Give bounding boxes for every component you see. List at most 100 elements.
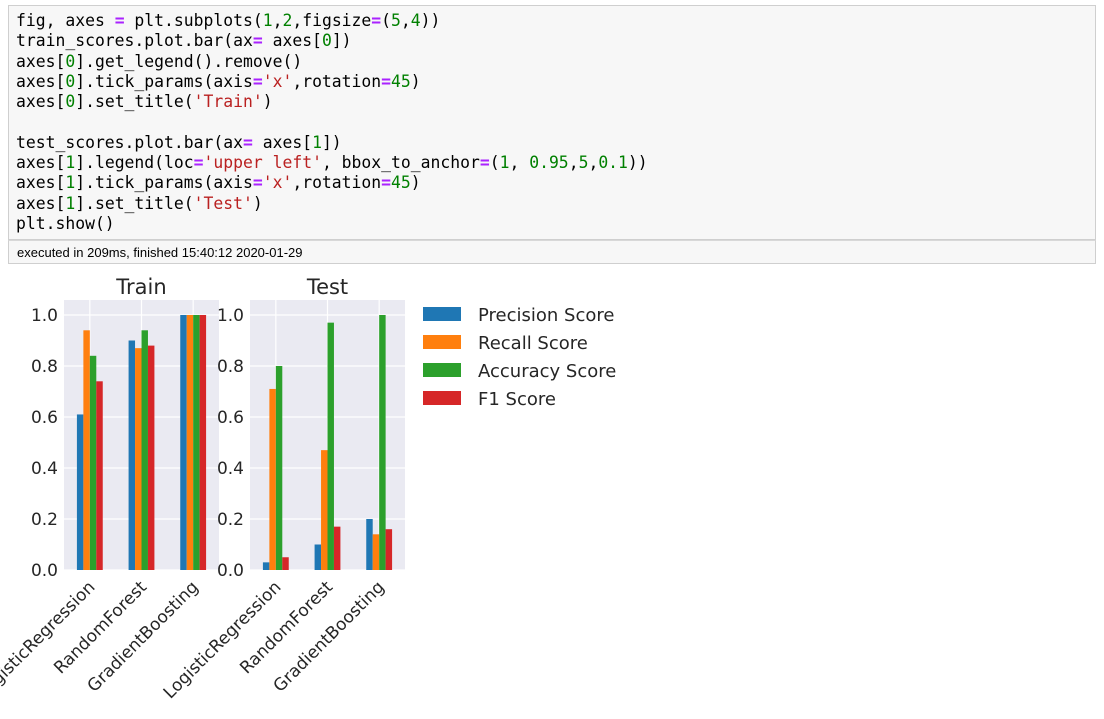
legend-label: Precision Score (478, 305, 614, 326)
legend-label: Accuracy Score (478, 361, 616, 382)
code-token: train_scores.plot.bar(ax (16, 31, 253, 51)
code-token: 1 (262, 11, 273, 30)
code-token: 45 (391, 71, 411, 91)
code-token: ) (410, 71, 421, 91)
legend-swatch (423, 391, 461, 405)
code-token: 1 (65, 173, 76, 193)
chart-panel-train: 0.00.20.40.60.81.0LogisticRegressionRand… (0, 275, 219, 703)
legend-label: Recall Score (478, 333, 588, 354)
code-token: ].tick_params(axis (75, 71, 253, 91)
code-token: ) (410, 173, 421, 193)
code-token: 0 (65, 71, 76, 91)
code-token: 0.1 (598, 153, 628, 173)
code-line: ​ (16, 112, 648, 132)
y-tick-label: 0.4 (31, 459, 58, 479)
bar-accuracy-score (327, 322, 334, 570)
code-token: = (371, 11, 382, 30)
bar-recall-score (83, 330, 90, 570)
code-token: = (479, 153, 490, 173)
code-token: 1 (499, 153, 510, 173)
code-line: axes[0].get_legend().remove() (16, 52, 648, 72)
y-tick-label: 0.2 (217, 510, 244, 530)
legend-label: F1 Score (478, 389, 556, 410)
legend-swatch (423, 363, 461, 377)
code-token: )) (627, 153, 648, 173)
bar-recall-score (135, 348, 142, 570)
bar-precision-score (314, 544, 322, 570)
code-token: , (588, 153, 599, 173)
code-token: 0 (65, 51, 76, 71)
code-token: 'x' (262, 71, 293, 91)
code-line: axes[1].legend(loc='upper left', bbox_to… (16, 153, 648, 173)
code-token: )) (420, 11, 441, 30)
code-token: , (400, 11, 411, 30)
output-figure: 0.00.20.40.60.81.0LogisticRegressionRand… (0, 275, 616, 703)
code-token: axes[ (16, 71, 66, 91)
code-token: test_scores.plot.bar(ax (16, 132, 243, 152)
code-line: axes[1].tick_params(axis='x',rotation=45… (16, 173, 648, 193)
code-token: fig, axes (16, 11, 115, 30)
code-token: , (509, 153, 530, 173)
code-token: axes[ (16, 92, 66, 112)
code-line: axes[0].set_title('Train') (16, 92, 648, 112)
code-token: axes[ (16, 193, 66, 213)
code-token: 1 (65, 153, 76, 173)
x-tick-label: RandomForest (236, 577, 337, 678)
code-token: ].legend(loc (75, 153, 194, 173)
code-token: 5 (578, 153, 589, 173)
y-tick-label: 0.6 (31, 408, 58, 428)
y-tick-label: 0.6 (217, 408, 244, 428)
code-token: , (568, 153, 579, 173)
code-token: axes[ (252, 132, 313, 152)
bar-f1-score (96, 381, 103, 570)
code-token: plt.show() (16, 213, 115, 233)
bar-precision-score (128, 340, 136, 570)
code-token: ].tick_params(axis (75, 173, 253, 193)
bar-accuracy-score (379, 315, 386, 570)
code-token: = (252, 173, 263, 193)
code-token: plt.subplots( (124, 11, 263, 30)
code-token: = (381, 173, 392, 193)
y-tick-label: 0.0 (217, 561, 244, 581)
code-token: axes[ (262, 31, 322, 51)
bar-recall-score (321, 450, 328, 570)
code-cell[interactable]: fig, axes = plt.subplots(1,2,figsize=(5,… (8, 5, 1096, 240)
legend-swatch (423, 335, 461, 349)
code-line: axes[1].set_title('Test') (16, 194, 648, 214)
execution-status-bar: executed in 209ms, finished 15:40:12 202… (8, 240, 1096, 264)
code-token: 4 (410, 11, 421, 30)
bar-recall-score (186, 315, 194, 570)
code-token: ( (381, 11, 392, 30)
code-line: fig, axes = plt.subplots(1,2,figsize=(5,… (16, 11, 648, 31)
code-token: 'x' (262, 173, 293, 193)
code-token: 0.95 (529, 153, 569, 173)
bar-accuracy-score (275, 366, 283, 570)
y-tick-label: 1.0 (31, 306, 58, 326)
bar-precision-score (366, 519, 373, 570)
code-token: 5 (391, 11, 401, 30)
code-token: axes[ (16, 51, 66, 71)
y-tick-label: 1.0 (217, 306, 244, 326)
code-token: axes[ (16, 173, 66, 193)
code-editor[interactable]: fig, axes = plt.subplots(1,2,figsize=(5,… (16, 11, 648, 234)
bar-accuracy-score (141, 330, 148, 570)
code-token: 1 (312, 132, 322, 152)
y-tick-label: 0.2 (31, 510, 58, 530)
code-line: axes[0].tick_params(axis='x',rotation=45… (16, 72, 648, 92)
code-token: axes[ (16, 153, 66, 173)
code-token: = (193, 153, 204, 173)
code-token: ]) (321, 132, 342, 152)
y-tick-label: 0.0 (31, 561, 58, 581)
code-token: 2 (282, 11, 293, 30)
code-token: = (252, 31, 263, 51)
code-token: ) (252, 193, 263, 213)
bar-recall-score (269, 388, 276, 570)
code-token: ,rotation (292, 71, 382, 91)
code-token: 'upper left' (203, 153, 322, 173)
execution-status-text: executed in 209ms, finished 15:40:12 202… (17, 245, 303, 260)
code-token: 45 (391, 173, 411, 193)
bar-precision-score (180, 315, 187, 570)
code-token: ].set_title( (75, 193, 194, 213)
code-token: ,rotation (292, 173, 382, 193)
code-token: 'Test' (193, 193, 253, 213)
